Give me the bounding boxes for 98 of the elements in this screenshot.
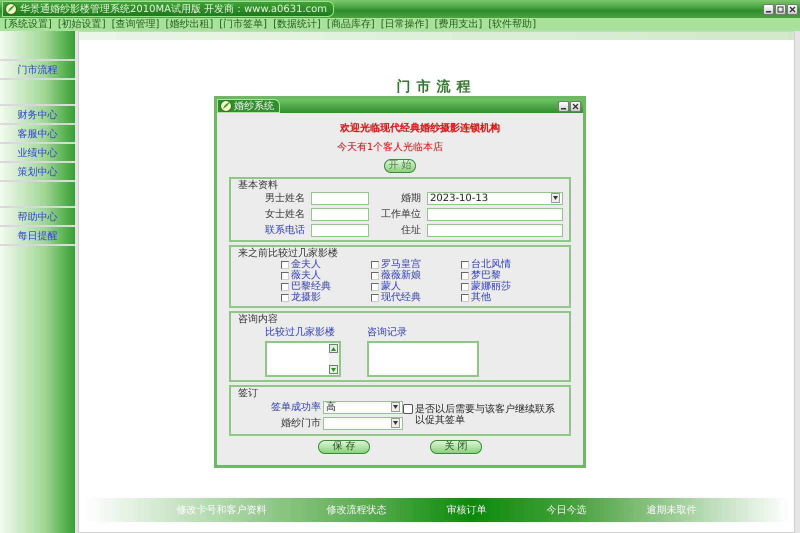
option-label: 薇薇新娘 [381, 270, 421, 281]
sidebar-item[interactable]: 客服中心 [0, 125, 75, 144]
visitor-note: 今天有1个客人光临本店 [336, 140, 444, 154]
checkbox[interactable] [461, 260, 469, 268]
option-label: 其他 [471, 292, 491, 303]
dropdown-button[interactable] [551, 193, 560, 203]
down-arrow-icon [331, 368, 336, 372]
scroll-up-button[interactable] [329, 344, 338, 353]
field-value: 高 [326, 400, 336, 414]
input-field[interactable] [427, 208, 563, 220]
page-heading: 门市流程 [396, 78, 476, 92]
checkbox-label: 是否以后需要与该客户继续联系以促其签单 [415, 404, 556, 426]
sidebar-item[interactable]: 财务中心 [0, 106, 75, 125]
dropdown-button[interactable] [391, 402, 400, 412]
field-label: 工作单位 [380, 208, 421, 221]
bottom-link[interactable]: 审核订单 [446, 503, 486, 517]
checkbox[interactable] [371, 272, 379, 280]
checkbox[interactable] [371, 282, 379, 290]
input-field[interactable] [311, 208, 369, 220]
checkbox[interactable] [281, 260, 289, 268]
close-icon [572, 102, 579, 110]
restore-icon [777, 6, 784, 12]
menu-item[interactable]: [商品库存] [326, 19, 375, 30]
text-area[interactable] [265, 341, 341, 377]
field-label: 住址 [400, 224, 421, 237]
welcome-text: 欢迎光临现代经典婚纱摄影连锁机构 [340, 121, 500, 135]
scrollbar[interactable] [329, 343, 339, 375]
checkbox[interactable] [403, 404, 413, 414]
menu-item[interactable]: [数据统计] [273, 19, 321, 30]
field-label: 签单成功率 [271, 400, 321, 414]
option-label: 蒙人 [381, 281, 401, 292]
field-label: 男士姓名 [264, 192, 305, 205]
option-label: 薇夫人 [291, 270, 321, 281]
menu-item[interactable]: [系统设置] [4, 19, 52, 30]
checkbox[interactable] [461, 282, 469, 290]
window-title: 华景通婚纱影楼管理系统2010MA试用版 开发商：www.a0631.com [20, 2, 328, 16]
option-label: 金夫人 [291, 259, 321, 270]
field-value: 2023-10-13 [430, 192, 488, 204]
dialog-title: 婚纱系统 [234, 100, 274, 113]
dropdown-button[interactable] [391, 418, 400, 428]
field-label: 联系电话 [264, 224, 305, 237]
close-button[interactable] [787, 4, 798, 14]
dialog-button[interactable]: 关 闭 [430, 440, 482, 454]
caret-icon [393, 421, 398, 425]
checkbox[interactable] [281, 282, 289, 290]
field-label: 比较过几家影楼 [265, 326, 335, 339]
menu-item[interactable]: [费用支出] [434, 19, 482, 30]
minimize-button[interactable] [763, 4, 774, 14]
option-label: 台北风情 [471, 259, 511, 270]
checkbox[interactable] [371, 260, 379, 268]
input-field[interactable] [311, 192, 369, 204]
option-label: 蒙娜丽莎 [471, 281, 511, 292]
sidebar-item[interactable]: 业绩中心 [0, 144, 75, 163]
option-label: 现代经典 [381, 292, 421, 303]
checkbox[interactable] [281, 294, 289, 302]
option-label: 梦巴黎 [471, 270, 501, 281]
close-icon [789, 6, 796, 12]
option-label: 龙摄影 [291, 292, 321, 303]
field-label: 女士姓名 [264, 208, 305, 221]
caret-icon [553, 196, 558, 200]
dropdown-field[interactable] [323, 416, 403, 430]
menu-item[interactable]: [日常操作] [380, 19, 428, 30]
field-label: 婚期 [400, 192, 421, 205]
close-button[interactable] [570, 100, 581, 112]
group-legend: 来之前比较过几家影楼 [237, 248, 563, 259]
input-field[interactable] [311, 224, 369, 236]
checkbox[interactable] [371, 294, 379, 302]
menu-item[interactable]: [婚纱出租] [165, 19, 214, 30]
sidebar-item[interactable]: 每日提醒 [0, 227, 75, 246]
scroll-down-button[interactable] [329, 365, 338, 374]
minimize-button[interactable] [558, 100, 569, 112]
menu-item[interactable]: [门市签单] [219, 19, 268, 30]
bottom-link[interactable]: 今日今选 [546, 503, 586, 517]
restore-button[interactable] [775, 4, 786, 14]
field-label: 婚纱门市 [280, 416, 321, 430]
dropdown-field[interactable]: 高 [323, 400, 403, 414]
sidebar-item[interactable]: 帮助中心 [0, 208, 75, 227]
menu-item[interactable]: [查询管理] [112, 19, 160, 30]
group-legend: 基本资料 [237, 180, 563, 191]
dialog-button[interactable]: 保 存 [318, 440, 370, 454]
group-legend: 咨询内容 [237, 314, 563, 325]
field-label: 咨询记录 [367, 326, 407, 339]
checkbox[interactable] [461, 294, 469, 302]
sidebar-item[interactable]: 策划中心 [0, 163, 75, 182]
logo-icon [5, 3, 17, 15]
bottom-link[interactable]: 修改流程状态 [326, 503, 386, 517]
option-label: 罗马皇宫 [381, 259, 421, 270]
checkbox[interactable] [281, 272, 289, 280]
group-legend: 签订 [237, 388, 563, 399]
checkbox[interactable] [461, 272, 469, 280]
sidebar-item[interactable]: 门市流程 [0, 61, 75, 80]
input-field[interactable] [427, 224, 563, 236]
option-label: 巴黎经典 [291, 281, 331, 292]
up-arrow-icon [331, 346, 336, 350]
caret-icon [393, 405, 398, 409]
dropdown-field[interactable]: 2023-10-13 [427, 192, 563, 204]
menu-item[interactable]: [初始设置] [58, 19, 106, 30]
menu-item[interactable]: [软件帮助] [488, 19, 536, 30]
